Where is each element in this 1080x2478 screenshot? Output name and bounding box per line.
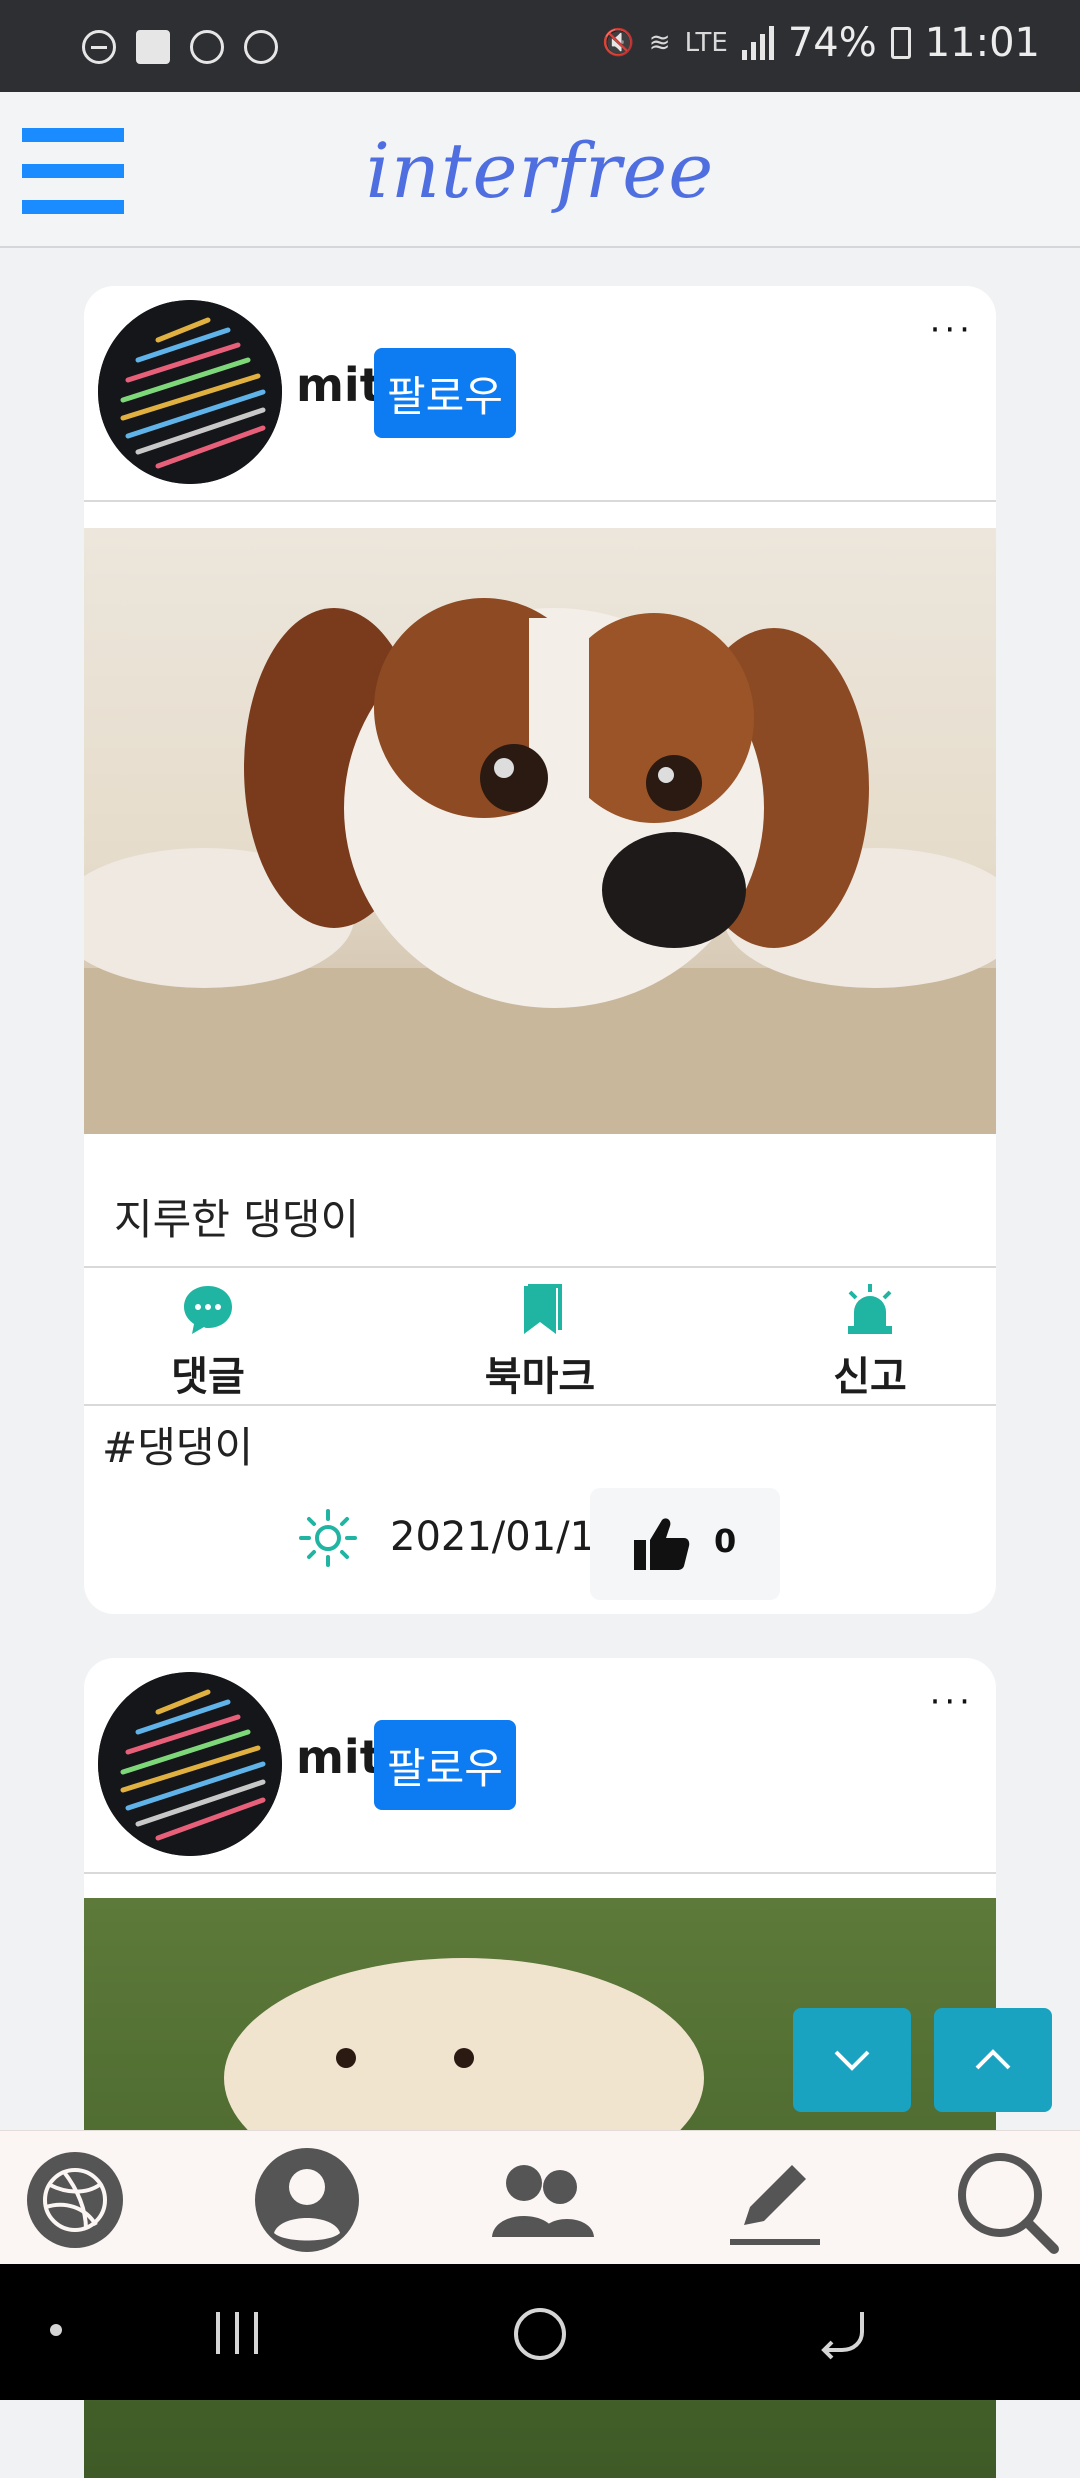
follow-button[interactable]: 팔로우 xyxy=(374,348,516,438)
comment-label: 댓글 xyxy=(171,1354,245,1400)
signal-icon xyxy=(741,26,774,60)
battery-percent: 74% xyxy=(787,20,877,66)
wifi-icon: ≋ xyxy=(648,28,671,58)
system-nav-bar xyxy=(0,2264,1080,2400)
comment-icon xyxy=(184,1286,232,1334)
app-header: interfree xyxy=(0,92,1080,248)
chevron-down-icon xyxy=(834,2050,870,2071)
post-actions: 댓글 북마크 신고 xyxy=(84,1266,996,1406)
status-icons-left xyxy=(82,30,278,64)
clock: 11:01 xyxy=(924,20,1040,66)
do-not-disturb-icon xyxy=(82,30,116,64)
bookmark-button[interactable]: 북마크 xyxy=(450,1282,630,1402)
scroll-up-button[interactable] xyxy=(934,2008,1052,2112)
scroll-down-button[interactable] xyxy=(793,2008,911,2112)
avatar[interactable] xyxy=(98,300,282,484)
like-count: 0 xyxy=(714,1522,737,1560)
battery-icon xyxy=(890,27,911,59)
search-icon[interactable] xyxy=(950,2145,1060,2255)
like-button[interactable]: 0 xyxy=(590,1488,780,1600)
report-label: 신고 xyxy=(833,1354,907,1400)
user-icon[interactable] xyxy=(252,2145,362,2255)
status-icons-right: 🔇 ≋ LTE 74% 11:01 xyxy=(602,20,1040,66)
username[interactable]: mit xyxy=(296,1730,382,1784)
more-options-icon[interactable]: ··· xyxy=(930,310,974,350)
mute-icon: 🔇 xyxy=(602,28,635,58)
dot-icon[interactable] xyxy=(50,2324,62,2336)
comment-button[interactable]: 댓글 xyxy=(118,1282,298,1402)
home-button[interactable] xyxy=(512,2306,568,2366)
post-date: 2021/01/12 xyxy=(390,1514,621,1560)
more-options-icon[interactable]: ··· xyxy=(930,1682,974,1722)
post-hashtag[interactable]: #댕댕이 xyxy=(102,1414,253,1475)
bookmark-label: 북마크 xyxy=(484,1354,596,1400)
chevron-up-icon xyxy=(975,2049,1011,2070)
recent-apps-button[interactable] xyxy=(212,2308,262,2362)
post-header: mit 팔로우 ··· xyxy=(84,1658,996,1874)
network-type: LTE xyxy=(684,28,728,58)
pen-icon[interactable] xyxy=(720,2145,830,2255)
siren-icon xyxy=(848,1284,892,1334)
settings-icon xyxy=(244,30,278,64)
bookmark-icon xyxy=(524,1284,562,1334)
follow-button[interactable]: 팔로우 xyxy=(374,1720,516,1810)
app-logo[interactable]: interfree xyxy=(0,126,1080,215)
task-icon xyxy=(136,30,170,64)
avatar[interactable] xyxy=(98,1672,282,1856)
post-caption: 지루한 댕댕이 xyxy=(114,1195,360,1244)
report-button[interactable]: 신고 xyxy=(780,1282,960,1402)
post-card: mit 팔로우 ··· 지루한 댕댕이 댓글 북마크 신고 #댕댕이 2021/… xyxy=(84,286,996,1614)
post-header: mit 팔로우 ··· xyxy=(84,286,996,502)
thumbs-up-icon xyxy=(634,1518,690,1570)
bottom-nav xyxy=(0,2130,1080,2265)
back-button[interactable] xyxy=(818,2308,870,2364)
status-bar: 🔇 ≋ LTE 74% 11:01 xyxy=(0,0,1080,92)
username[interactable]: mit xyxy=(296,358,382,412)
sun-icon xyxy=(299,1509,357,1567)
phone-icon xyxy=(190,30,224,64)
dribbble-icon[interactable] xyxy=(20,2145,130,2255)
post-image[interactable] xyxy=(84,528,996,1134)
users-icon[interactable] xyxy=(486,2145,596,2255)
